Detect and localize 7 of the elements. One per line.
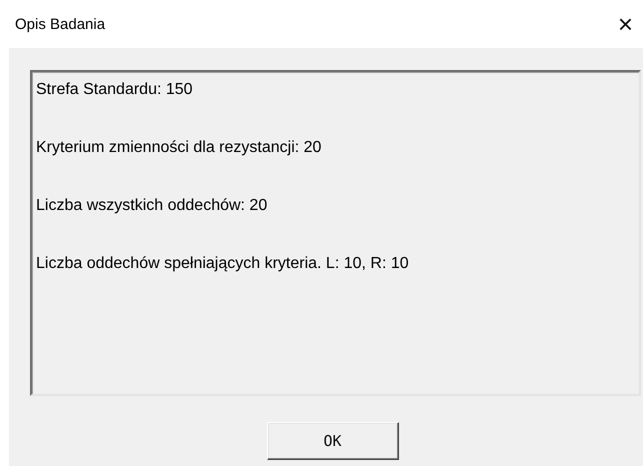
ok-button[interactable]: OK: [266, 422, 398, 460]
window-title: Opis Badania: [15, 16, 106, 32]
info-text: Liczba oddechów spełniających kryteria. L: 10, R: 10: [36, 254, 409, 273]
info-text: Strefa Standardu: 150: [36, 80, 193, 99]
info-text: Liczba wszystkich oddechów: 20: [36, 196, 268, 215]
info-text: Kryterium zmienności dla rezystancji: 20: [36, 138, 322, 157]
close-icon[interactable]: ×: [618, 11, 633, 37]
